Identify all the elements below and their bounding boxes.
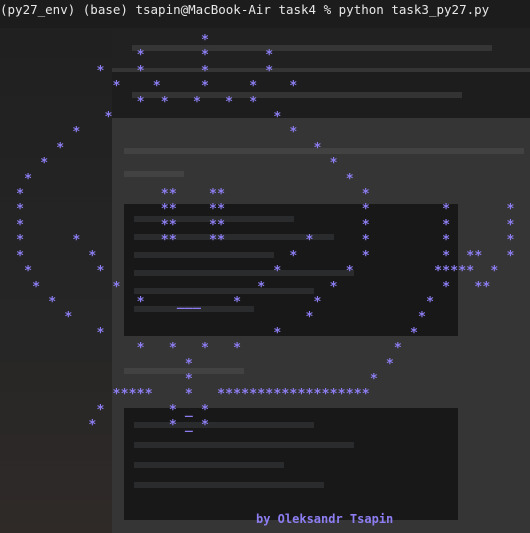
ascii-art-line: * * [0, 156, 338, 172]
ascii-art-line: * ** ** * * * [0, 217, 515, 233]
ascii-art-line: * ** ** * [0, 187, 370, 203]
ascii-art-line: * * * [0, 325, 419, 341]
ascii-art-output: * * * * * * * * * * * * * * * * * * * * … [0, 33, 515, 434]
ascii-art-line: * * [0, 110, 282, 126]
command-prompt-line: (py27_env) (base) tsapin@MacBook-Air tas… [0, 2, 490, 17]
ascii-art-line: * * _ * [0, 402, 210, 418]
ascii-art-line: * * [0, 356, 394, 372]
ascii-art-line: * * ___ * * * [0, 294, 435, 310]
terminal-window[interactable]: (py27_env) (base) tsapin@MacBook-Air tas… [0, 0, 530, 533]
ascii-art-line: * [0, 33, 210, 48]
credit-line: by Oleksandr Tsapin [256, 512, 394, 526]
ascii-art-line: * * _ * [0, 418, 210, 434]
ascii-art-line: * * * * * ** * [0, 248, 515, 264]
ascii-art-line: * * * * * [0, 79, 298, 95]
ascii-art-line: * ** ** * * * [0, 202, 515, 218]
ascii-art-line: * * [0, 171, 354, 187]
ascii-art-line: * * * * * ** [0, 279, 491, 295]
ascii-art-line: * * * * * [0, 94, 258, 110]
ascii-art-line: * * [0, 140, 322, 156]
ascii-art-line: * * ** ** * * * * [0, 233, 515, 249]
ascii-art-line: * * * * [0, 63, 274, 79]
ascii-art-line: * * * * * [0, 341, 402, 357]
ascii-art-line: * * * [0, 48, 274, 64]
ascii-art-line: * * * [0, 310, 427, 326]
ascii-art-line: ***** * ******************* [0, 387, 370, 403]
ascii-art-line: * * [0, 125, 298, 141]
ascii-art-line: * * * * ***** * [0, 264, 499, 280]
ascii-art-line: * * [0, 371, 378, 387]
